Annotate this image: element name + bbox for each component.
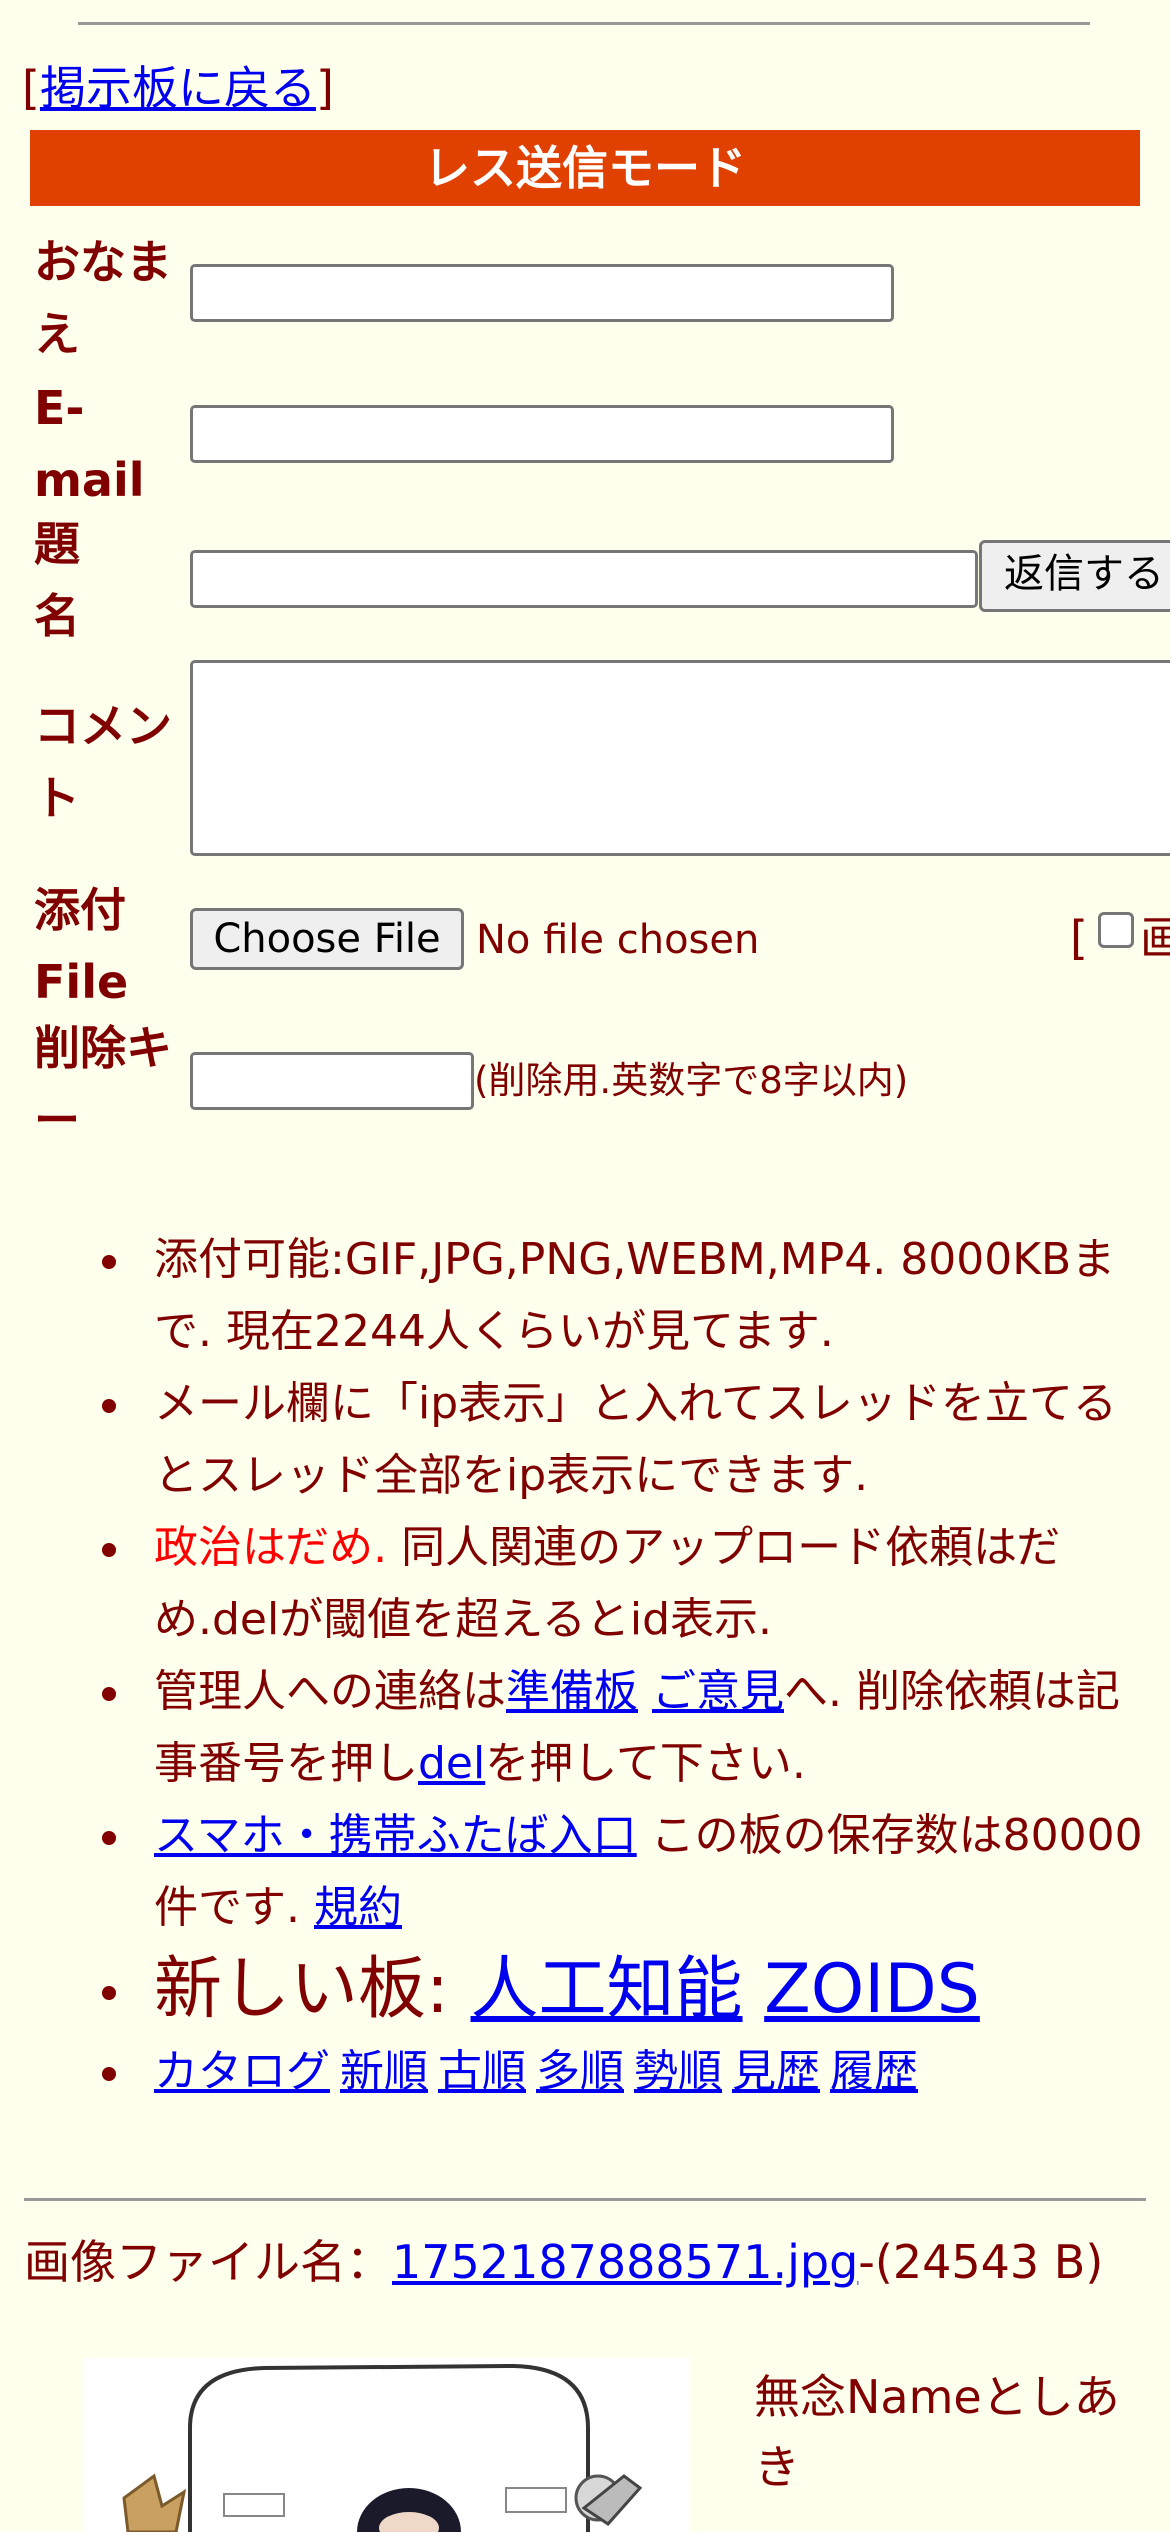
note-contact-prefix: 管理人への連絡は bbox=[154, 1666, 506, 1717]
image-option-checkbox[interactable] bbox=[1097, 912, 1134, 948]
reply-mode-banner: レス送信モード bbox=[30, 130, 1140, 206]
email-label: E- mail bbox=[34, 372, 145, 516]
new-boards-label: 新しい板: bbox=[154, 1950, 471, 2029]
comment-textarea[interactable] bbox=[190, 660, 1170, 856]
note-no-politics: 政治はだめ. bbox=[154, 1522, 388, 1573]
note-contact-suffix: を押して下さい. bbox=[485, 1738, 806, 1789]
mobile-entrance-link[interactable]: スマホ・携帯ふたば入口 bbox=[154, 1810, 637, 1861]
bracket-open: [ bbox=[22, 61, 40, 115]
submit-reply-button[interactable]: 返信する bbox=[979, 540, 1170, 612]
bullet-icon bbox=[102, 1399, 116, 1413]
subject-label-line2: 名 bbox=[34, 589, 80, 643]
bullet-icon bbox=[102, 2067, 116, 2081]
email-label-line2: mail bbox=[34, 453, 145, 507]
no-file-chosen-text: No file chosen bbox=[476, 917, 760, 963]
zoids-board-link[interactable]: ZOIDS bbox=[764, 1950, 980, 2029]
list-item: メール欄に「ip表示」と入れてスレッドを立てるとスレッド全部をip表示にできます… bbox=[0, 1368, 1170, 1512]
view-history-link[interactable]: 見歴 bbox=[732, 2046, 820, 2097]
file-label: 画像ファイル名： bbox=[24, 2235, 392, 2289]
image-option-label: 画 bbox=[1139, 911, 1170, 965]
list-item: 政治はだめ. 同人関連のアップロード依頼はだめ.delが閾値を超えるとid表示. bbox=[0, 1512, 1170, 1656]
bullet-icon bbox=[102, 1255, 116, 1269]
delete-key-label-line2: ー bbox=[34, 1093, 80, 1147]
email-label-line1: E- bbox=[34, 381, 85, 435]
file-label-line1: 添付 bbox=[34, 883, 126, 937]
section-divider bbox=[24, 2198, 1146, 2201]
sort-momentum-link[interactable]: 勢順 bbox=[634, 2046, 722, 2097]
list-item: スマホ・携帯ふたば入口 この板の保存数は80000件です. 規約 bbox=[0, 1800, 1170, 1944]
back-to-board: [掲示板に戻る] bbox=[22, 60, 334, 116]
list-item: 新しい板: 人工知能 ZOIDS bbox=[0, 1944, 1170, 2036]
name-input[interactable] bbox=[190, 264, 894, 322]
bullet-icon bbox=[102, 1831, 116, 1845]
file-label: 添付 File bbox=[34, 874, 128, 1018]
list-item: 添付可能:GIF,JPG,PNG,WEBM,MP4. 8000KBまで. 現在2… bbox=[0, 1224, 1170, 1368]
subject-label-line1: 題 bbox=[34, 517, 80, 571]
sort-old-link[interactable]: 古順 bbox=[438, 2046, 526, 2097]
back-to-board-link[interactable]: 掲示板に戻る bbox=[40, 61, 316, 115]
name-label-line2: え bbox=[34, 307, 80, 361]
email-input[interactable] bbox=[190, 405, 894, 463]
name-label-line1: おなま bbox=[34, 235, 172, 289]
delete-key-input[interactable] bbox=[190, 1052, 474, 1110]
sort-many-link[interactable]: 多順 bbox=[536, 2046, 624, 2097]
delete-key-label-line1: 削除キ bbox=[34, 1021, 172, 1075]
subject-input[interactable] bbox=[190, 550, 978, 608]
note-ip-display: メール欄に「ip表示」と入れてスレッドを立てるとスレッド全部をip表示にできます… bbox=[154, 1378, 1117, 1501]
list-item: 管理人への連絡は準備板 ご意見へ. 削除依頼は記事番号を押しdelを押して下さい… bbox=[0, 1656, 1170, 1800]
ai-board-link[interactable]: 人工知能 bbox=[471, 1950, 743, 2029]
sort-new-link[interactable]: 新順 bbox=[340, 2046, 428, 2097]
note-upload-limits: 添付可能:GIF,JPG,PNG,WEBM,MP4. 8000KBまで. 現在2… bbox=[154, 1234, 1116, 1357]
bullet-icon bbox=[102, 1986, 116, 2000]
comment-label: コメン ト bbox=[34, 690, 172, 834]
delete-key-label: 削除キ ー bbox=[34, 1012, 172, 1156]
thumbnail-illustration bbox=[84, 2358, 690, 2532]
catalog-link[interactable]: カタログ bbox=[154, 2046, 330, 2097]
image-option-bracket: [ bbox=[1070, 911, 1088, 965]
subject-label: 題 名 bbox=[34, 508, 80, 652]
del-link[interactable]: del bbox=[418, 1738, 485, 1789]
post-name-field: 無念Nameとしあき bbox=[754, 2370, 1120, 2494]
bracket-close: ] bbox=[315, 61, 334, 115]
post-file-info: 画像ファイル名：1752187888571.jpg-(24543 B) bbox=[24, 2232, 1134, 2292]
post-history-link[interactable]: 履歴 bbox=[830, 2046, 918, 2097]
file-name-link[interactable]: 1752187888571.jpg bbox=[392, 2235, 858, 2289]
name-label: おなま え bbox=[34, 226, 172, 370]
prep-board-link[interactable]: 準備板 bbox=[506, 1666, 638, 1717]
bullet-icon bbox=[102, 1543, 116, 1557]
note-sep bbox=[638, 1666, 652, 1717]
comment-label-line2: ト bbox=[34, 771, 80, 825]
top-divider bbox=[78, 22, 1090, 25]
post-thumbnail[interactable] bbox=[84, 2358, 690, 2532]
feedback-link[interactable]: ご意見 bbox=[652, 1666, 784, 1717]
delete-key-hint: (削除用.英数字で8字以内) bbox=[474, 1059, 909, 1102]
bullet-icon bbox=[102, 1687, 116, 1701]
file-size: -(24543 B) bbox=[858, 2235, 1104, 2289]
comment-label-line1: コメン bbox=[34, 699, 172, 753]
choose-file-button[interactable]: Choose File bbox=[190, 908, 464, 970]
board-notes: 添付可能:GIF,JPG,PNG,WEBM,MP4. 8000KBまで. 現在2… bbox=[0, 1224, 1170, 2108]
image-option: [画 bbox=[1070, 910, 1170, 966]
terms-link[interactable]: 規約 bbox=[314, 1882, 402, 1933]
list-item: カタログ 新順 古順 多順 勢順 見歴 履歴 bbox=[0, 2036, 1170, 2108]
file-label-line2: File bbox=[34, 955, 129, 1009]
